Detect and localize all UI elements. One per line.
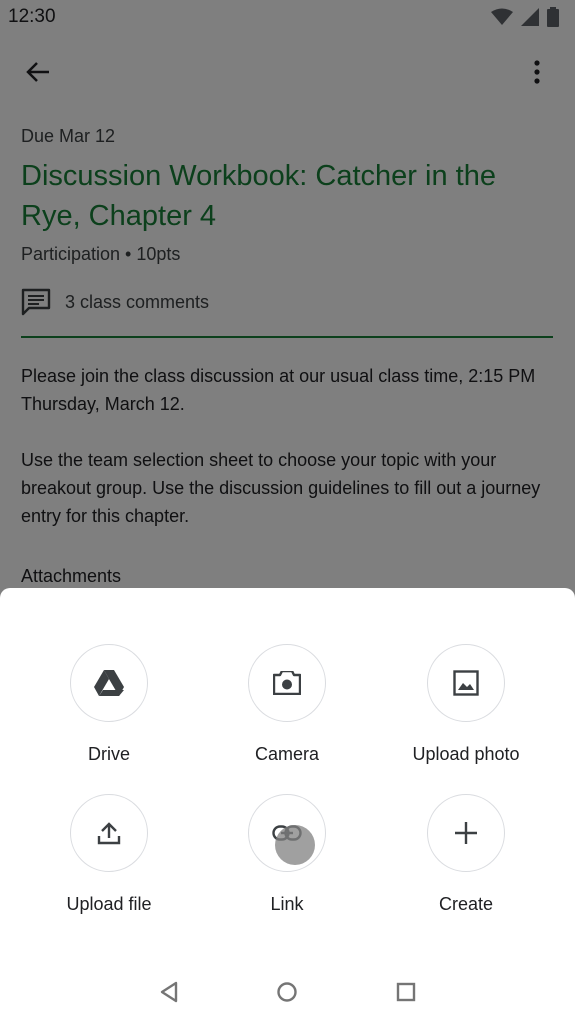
option-label: Link bbox=[270, 894, 304, 914]
circle-home-icon bbox=[277, 982, 298, 1002]
option-upload-photo[interactable]: Upload photo bbox=[376, 644, 556, 765]
nav-home-button[interactable] bbox=[267, 972, 307, 1012]
camera-button[interactable] bbox=[248, 644, 326, 722]
link-button[interactable] bbox=[248, 794, 326, 872]
touch-indicator bbox=[275, 825, 315, 865]
option-label: Create bbox=[438, 894, 494, 914]
upload-photo-button[interactable] bbox=[427, 644, 505, 722]
upload-icon bbox=[97, 822, 121, 845]
attachment-bottom-sheet: Drive Camera Upload photo Upload file Li… bbox=[0, 588, 575, 1024]
create-button[interactable] bbox=[427, 794, 505, 872]
option-create[interactable]: Create bbox=[376, 794, 556, 915]
triangle-back-icon bbox=[160, 981, 178, 1003]
square-recents-icon bbox=[396, 982, 416, 1002]
photo-icon bbox=[453, 670, 479, 696]
option-link[interactable]: Link bbox=[197, 794, 377, 915]
camera-icon bbox=[273, 671, 301, 695]
drive-button[interactable] bbox=[70, 644, 148, 722]
option-label: Upload file bbox=[66, 894, 152, 914]
drive-icon bbox=[94, 670, 124, 696]
option-label: Camera bbox=[254, 744, 320, 764]
option-drive[interactable]: Drive bbox=[19, 644, 199, 765]
option-camera[interactable]: Camera bbox=[197, 644, 377, 765]
upload-file-button[interactable] bbox=[70, 794, 148, 872]
plus-icon bbox=[455, 822, 477, 844]
nav-recents-button[interactable] bbox=[386, 972, 426, 1012]
option-label: Upload photo bbox=[412, 744, 520, 764]
nav-back-button[interactable] bbox=[149, 972, 189, 1012]
option-upload-file[interactable]: Upload file bbox=[19, 794, 199, 915]
system-nav-bar bbox=[0, 960, 575, 1024]
option-label: Drive bbox=[87, 744, 130, 764]
